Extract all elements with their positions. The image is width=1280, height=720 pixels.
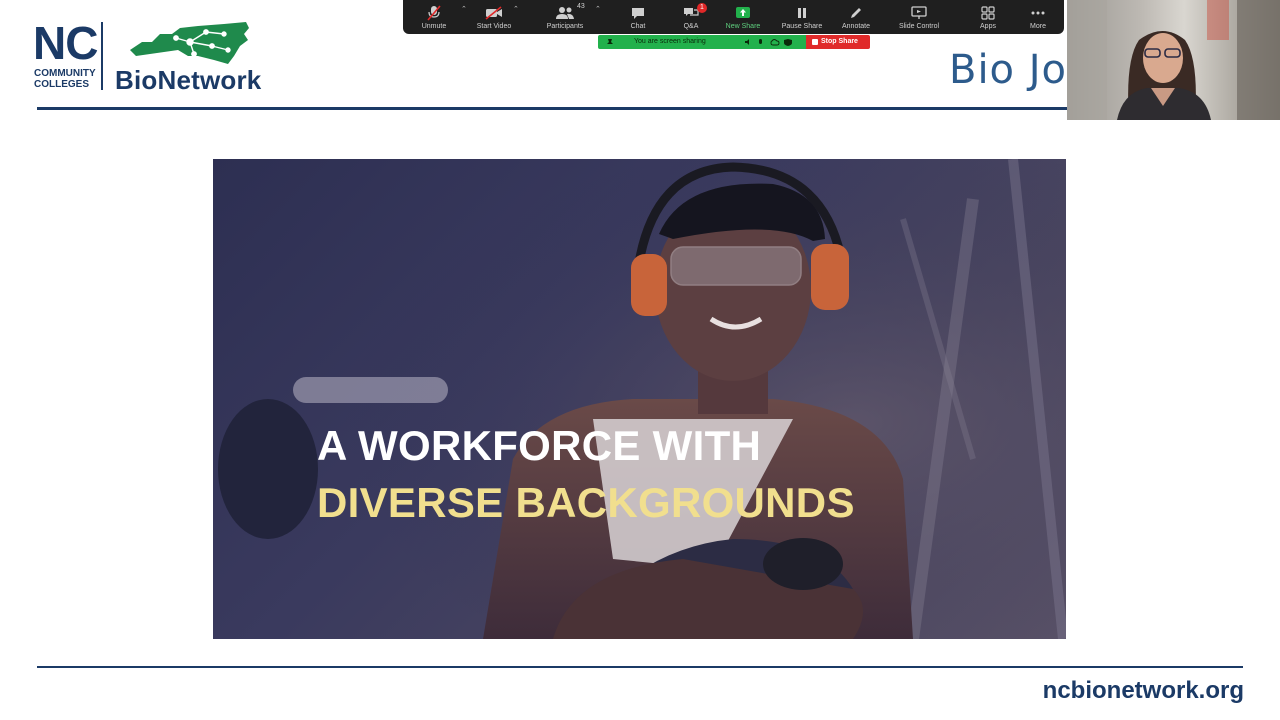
pencil-icon xyxy=(849,3,863,23)
chat-button[interactable]: Chat xyxy=(625,0,651,34)
logo-bionetwork-text: BioNetwork xyxy=(115,65,262,95)
muted-microphone-icon xyxy=(427,3,441,23)
header-divider xyxy=(37,107,1097,110)
pause-icon xyxy=(796,3,808,23)
unmute-button[interactable]: Unmute ⌃ xyxy=(415,0,467,34)
qa-button[interactable]: Q&A 1 xyxy=(679,0,707,34)
zoom-meeting-toolbar: Unmute ⌃ Start Video ⌃ Participants 43 ⌃… xyxy=(403,0,1064,34)
qa-label: Q&A xyxy=(683,23,699,30)
slide-control-button[interactable]: Slide Control xyxy=(895,0,943,34)
sharing-status-text: You are screen sharing xyxy=(634,38,706,45)
unmute-options-chevron-icon[interactable]: ⌃ xyxy=(461,5,467,13)
logo-community-text: COMMUNITY xyxy=(34,68,96,79)
footer-divider xyxy=(37,666,1243,668)
participant-count: 43 xyxy=(577,3,585,10)
stop-share-button[interactable]: Stop Share xyxy=(806,35,870,49)
more-button[interactable]: More xyxy=(1027,0,1049,34)
participant-video-thumbnail[interactable] xyxy=(1067,0,1280,120)
north-carolina-map-icon xyxy=(130,22,249,64)
pause-share-button[interactable]: Pause Share xyxy=(779,0,825,34)
start-video-label: Start Video xyxy=(476,23,512,30)
screen-sharing-banner: You are screen sharing Stop Share xyxy=(598,35,870,49)
stop-share-label: Stop Share xyxy=(821,38,858,45)
hero-headline-line2: DIVERSE BACKGROUNDS xyxy=(317,479,855,526)
slide-control-icon xyxy=(911,3,927,23)
share-screen-icon xyxy=(735,3,751,23)
chat-label: Chat xyxy=(630,23,646,30)
apps-icon xyxy=(981,3,995,23)
participants-options-chevron-icon[interactable]: ⌃ xyxy=(595,5,601,13)
slide-title: Bio Jo xyxy=(949,47,1068,93)
logo-nc-text: NC xyxy=(33,17,98,69)
worker-photo xyxy=(213,159,1066,639)
participants-button[interactable]: Participants 43 ⌃ xyxy=(541,0,601,34)
annotate-label: Annotate xyxy=(841,23,871,30)
footer-url: ncbionetwork.org xyxy=(1042,677,1244,704)
sharing-controls-icons xyxy=(745,39,792,46)
apps-button[interactable]: Apps xyxy=(977,0,999,34)
apps-label: Apps xyxy=(980,23,996,30)
stop-square-icon xyxy=(812,39,818,45)
logo-colleges-text: COLLEGES xyxy=(34,79,90,90)
more-dots-icon xyxy=(1031,3,1045,23)
presenter-webcam-image xyxy=(1067,0,1280,120)
new-share-button[interactable]: New Share xyxy=(721,0,765,34)
hero-image: A WORKFORCE WITH DIVERSE BACKGROUNDS xyxy=(213,159,1066,639)
video-options-chevron-icon[interactable]: ⌃ xyxy=(513,5,519,13)
hero-headline-line1: A WORKFORCE WITH xyxy=(317,422,762,469)
chat-bubble-icon xyxy=(631,3,645,23)
pause-share-label: Pause Share xyxy=(781,23,823,30)
more-label: More xyxy=(1030,23,1046,30)
sharing-status: You are screen sharing xyxy=(598,35,806,49)
logo-divider xyxy=(101,22,103,90)
annotate-button[interactable]: Annotate xyxy=(837,0,875,34)
new-share-label: New Share xyxy=(725,23,761,30)
slide-control-label: Slide Control xyxy=(898,23,940,30)
sharing-pin-icon[interactable] xyxy=(606,38,614,46)
start-video-button[interactable]: Start Video ⌃ xyxy=(473,0,519,34)
unmute-label: Unmute xyxy=(421,23,447,30)
qa-notification-badge: 1 xyxy=(697,3,707,13)
logo-community-colleges: COMMUNITY COLLEGES xyxy=(34,68,96,90)
participants-label: Participants xyxy=(546,23,584,30)
video-off-icon xyxy=(485,3,503,23)
participants-icon xyxy=(556,3,574,23)
